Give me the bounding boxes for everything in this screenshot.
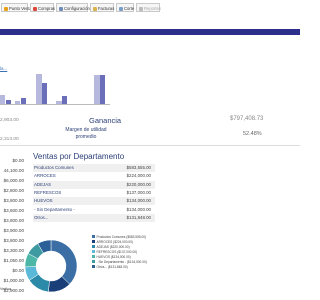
chart-axis [0,104,110,105]
cash-icon [119,6,123,11]
ventas-title: Ventas por Departamento [33,152,125,161]
left-value: $3,900.00 [3,228,24,233]
left-value: $6,000.00 [3,178,24,183]
legend-swatch [92,265,95,269]
left-value: $3,800.00 [3,198,24,203]
tab-label: Configuración [64,6,90,11]
settings-icon [59,6,63,11]
legend-swatch [92,245,95,249]
left-value: $3,800.00 [3,218,24,223]
ganancia-label: Ganancia [89,116,122,125]
legend-item: REFRESCOS ($137,000.00) [92,250,137,254]
left-value: $3,600.00 [3,208,24,213]
tab-compras[interactable]: Compras [30,3,55,12]
legend-label: HUEVOS ($134,000.00) [96,255,131,259]
dept-name: REFRESCOS [34,189,62,195]
dept-value: $137,000.00 [126,189,151,195]
left-value: $0.00 [12,158,25,163]
tab-label: Compras [38,6,55,11]
dept-value: $224,000.00 [126,173,151,179]
dept-name: Productos Comunes [34,165,74,170]
left-value: $1,050.00 [3,258,24,263]
legend-label: ADEJAS ($220,000.00) [96,245,130,249]
legend-item: HUEVOS ($134,000.00) [92,255,131,259]
toolbar: Punto Venta Compras Configuración Factur… [0,0,300,14]
dept-value: $220,000.00 [126,181,151,187]
table-row: - Sin Departamento - $134,000.00 [33,206,155,214]
tab-punto-venta[interactable]: Punto Venta [1,3,32,12]
legend-swatch [92,235,95,239]
sales-bar-chart [0,70,110,105]
dept-name: - Sin Departamento - [34,206,75,212]
legend-swatch [92,260,95,264]
tab-reportes[interactable]: Reportes [136,3,161,12]
legend-label: REFRESCOS ($137,000.00) [96,250,138,254]
dept-name: ADEJAS [34,181,52,187]
legend-item: ARROCES ($224,000.00) [92,240,133,244]
report-icon [139,6,143,11]
donut-slice [50,239,78,285]
tab-label: Reportes [144,6,161,11]
legend-swatch [92,240,95,244]
divider [0,145,300,146]
tab-label: Punto Venta [9,6,32,11]
tab-label: Facturas [98,6,115,11]
left-value: $3,800.00 [3,238,24,243]
ventas-donut-chart [24,239,78,293]
tab-configuracion[interactable]: Configuración [56,3,90,12]
margen-value: 52.48% [243,131,262,137]
table-row: Otros... $131,848.00 [33,213,155,223]
cart-icon [4,6,8,11]
dept-value: $134,000.00 [126,198,151,204]
legend-swatch [92,255,95,259]
dept-value: $134,000.00 [126,206,151,212]
chart-bar [100,75,105,105]
tab-facturas[interactable]: Facturas [90,3,114,12]
invoice-icon [93,6,97,11]
tab-label: Corte [124,6,135,11]
legend-item: Productos Comunes ($583,555.00) [92,235,146,239]
dept-value: $131,848.00 [126,214,151,220]
tab-corte[interactable]: Corte [116,3,134,12]
table-row: ADEJAS $220,000.00 [33,180,155,189]
legend-item: - Sin Departamento - ($134,000.00) [92,260,147,264]
chart-bar [42,83,47,105]
dept-name: ARROCES [34,173,56,179]
dept-name: HUEVOS [34,198,53,204]
legend-item: Otros... ($131,848.00) [92,265,128,269]
table-row: REFRESCOS $137,000.00 [33,189,155,197]
legend-label: Otros... ($131,848.00) [96,265,128,269]
left-value: $1,000.00 [3,278,24,283]
left-value: 44,100.00 [3,168,24,173]
legend-label: - Sin Departamento - ($134,000.00) [96,260,147,264]
ganancia-value: $797,408.73 [230,116,264,122]
table-row: HUEVOS $134,000.00 [33,197,155,206]
nav-bar [0,29,300,35]
left-value: $3,300.00 [3,248,24,253]
dept-name: Otros... [34,214,49,220]
legend-item: ADEJAS ($220,000.00) [92,245,130,249]
purchase-icon [33,6,37,11]
left-value: $2,800.00 [3,188,24,193]
legend-swatch [92,250,95,254]
legend-label: Productos Comunes ($583,555.00) [96,235,147,239]
legend-label: ARROCES ($224,000.00) [96,240,134,244]
footer-text: Verfica [0,287,11,291]
sales-total: 2,903.00 [0,118,19,123]
dept-value: $583,555.00 [126,165,151,170]
table-row: ARROCES $224,000.00 [33,172,155,180]
left-value: $0.00 [12,268,25,273]
margen-label: Margen de utilidad promedio [65,127,107,140]
cost-total: 2,313.00 [0,137,19,142]
table-row: Productos Comunes $583,555.00 [33,164,155,173]
